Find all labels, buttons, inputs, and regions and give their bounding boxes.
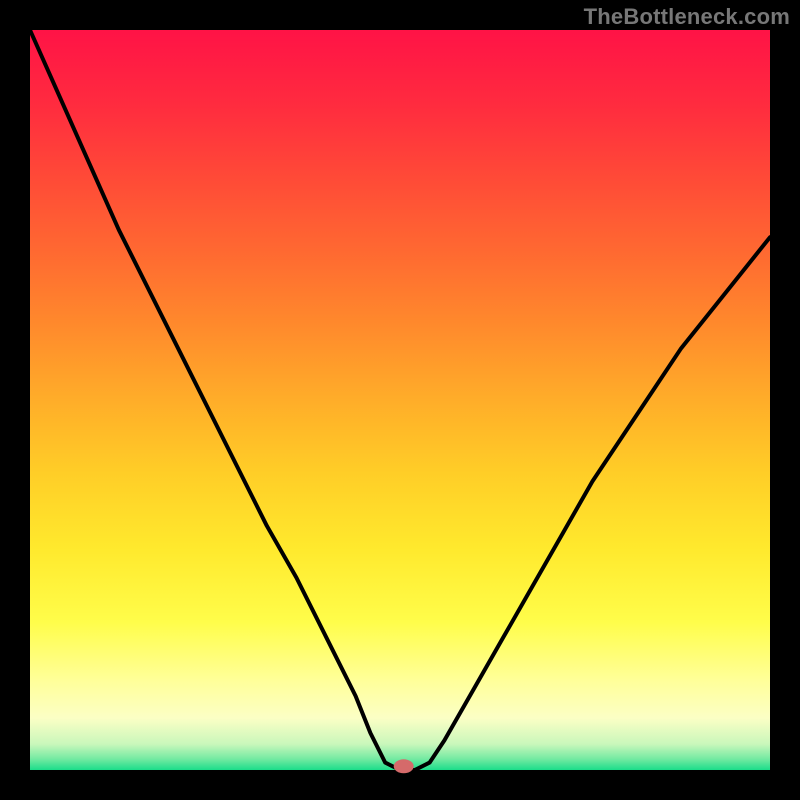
chart-container: { "attribution": "TheBottleneck.com", "c… — [0, 0, 800, 800]
plot-background — [30, 30, 770, 770]
attribution-label: TheBottleneck.com — [584, 4, 790, 30]
chart-svg — [0, 0, 800, 800]
minimum-marker — [394, 759, 414, 773]
